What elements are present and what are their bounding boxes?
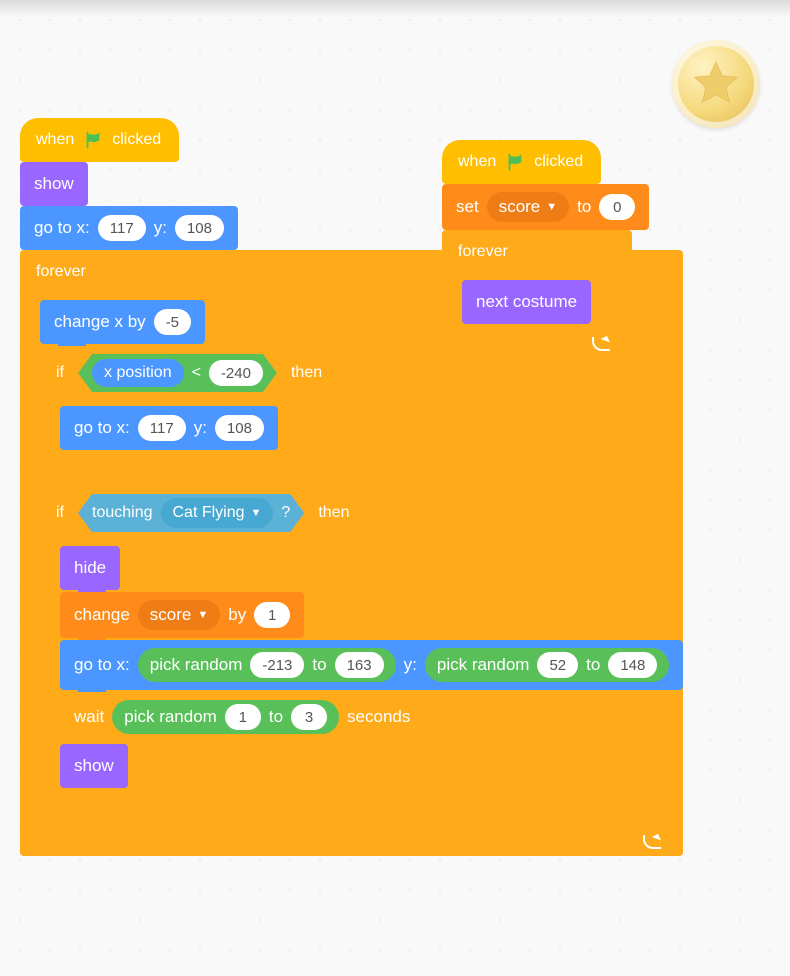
if-touching-block[interactable]: if touching Cat Flying ▼ ? then (40, 486, 683, 822)
set-label: set (456, 197, 479, 217)
forever-block-2[interactable]: forever next costume (442, 230, 632, 358)
goto3-label: go to x: (74, 655, 130, 675)
show-block-2[interactable]: show (60, 744, 128, 788)
hat-clicked-label-2: clicked (534, 153, 583, 171)
hide-label: hide (74, 558, 106, 578)
change-score-input[interactable]: 1 (254, 602, 290, 628)
rand-y-hi[interactable]: 148 (608, 652, 657, 678)
loop-arrow-icon (643, 835, 661, 849)
wait-block[interactable]: wait pick random 1 to 3 seconds (60, 692, 424, 742)
wait-lo[interactable]: 1 (225, 704, 261, 730)
forever-label-2: forever (458, 243, 508, 261)
hat-clicked-label: clicked (112, 131, 161, 149)
touching-q: ? (281, 504, 290, 522)
change-x-input[interactable]: -5 (154, 309, 191, 335)
next-costume-label: next costume (476, 292, 577, 312)
script-score: when clicked set score ▼ to 0 forever (442, 140, 649, 358)
goto2-x-input[interactable]: 117 (138, 415, 186, 441)
goto2-y-label: y: (194, 418, 207, 438)
touching-reporter[interactable]: touching Cat Flying ▼ ? (78, 494, 304, 532)
x-position-reporter[interactable]: x position (92, 359, 184, 387)
loop-arrow-icon (592, 337, 610, 351)
if-label-2: if (56, 504, 64, 522)
goto-label: go to x: (34, 218, 90, 238)
change-label: change (74, 605, 130, 625)
show-label-2: show (74, 756, 114, 776)
rand-y-lo[interactable]: 52 (537, 652, 578, 678)
goto1-x-input[interactable]: 117 (98, 215, 146, 241)
hat-when-label: when (36, 131, 74, 149)
seconds-label: seconds (347, 707, 410, 727)
lt-rhs-input[interactable]: -240 (209, 360, 263, 386)
goto-y-label: y: (154, 218, 167, 238)
goto1-y-input[interactable]: 108 (175, 215, 224, 241)
then-label: then (291, 364, 322, 382)
rand-x-lo[interactable]: -213 (250, 652, 304, 678)
chevron-down-icon: ▼ (251, 507, 262, 519)
touching-label: touching (92, 504, 153, 522)
by-label: by (228, 605, 246, 625)
lt-symbol: < (192, 364, 201, 382)
pick-random-x[interactable]: pick random -213 to 163 (138, 648, 396, 682)
goto2-y-input[interactable]: 108 (215, 415, 264, 441)
goto2-label: go to x: (74, 418, 130, 438)
wait-label: wait (74, 707, 104, 727)
wait-hi[interactable]: 3 (291, 704, 327, 730)
then-label-2: then (318, 504, 349, 522)
if-xpos-block[interactable]: if x position < -240 then (40, 346, 430, 484)
change-x-label: change x by (54, 312, 146, 332)
to-label: to (577, 197, 591, 217)
goto3-y-label: y: (404, 655, 417, 675)
lt-operator[interactable]: x position < -240 (78, 354, 277, 392)
score-var-dropdown[interactable]: score ▼ (138, 600, 220, 630)
forever-label: forever (36, 263, 86, 281)
show-label: show (34, 174, 74, 194)
if-label: if (56, 364, 64, 382)
green-flag-icon (82, 129, 104, 151)
score-init-input[interactable]: 0 (599, 194, 635, 220)
chevron-down-icon: ▼ (197, 609, 208, 621)
green-flag-icon (504, 151, 526, 173)
star-icon (690, 58, 742, 110)
score-var-dropdown-2[interactable]: score ▼ (487, 192, 569, 222)
pick-random-wait[interactable]: pick random 1 to 3 (112, 700, 339, 734)
star-coin-badge (672, 40, 760, 128)
touching-target-dropdown[interactable]: Cat Flying ▼ (161, 498, 274, 528)
next-costume-block[interactable]: next costume (462, 280, 591, 324)
rand-x-hi[interactable]: 163 (335, 652, 384, 678)
chevron-down-icon: ▼ (546, 201, 557, 213)
hat-when-label-2: when (458, 153, 496, 171)
goto-random-block[interactable]: go to x: pick random -213 to 163 y: (60, 640, 683, 690)
goto-xy-block-2[interactable]: go to x: 117 y: 108 (60, 406, 278, 450)
pick-random-y[interactable]: pick random 52 to 148 (425, 648, 670, 682)
